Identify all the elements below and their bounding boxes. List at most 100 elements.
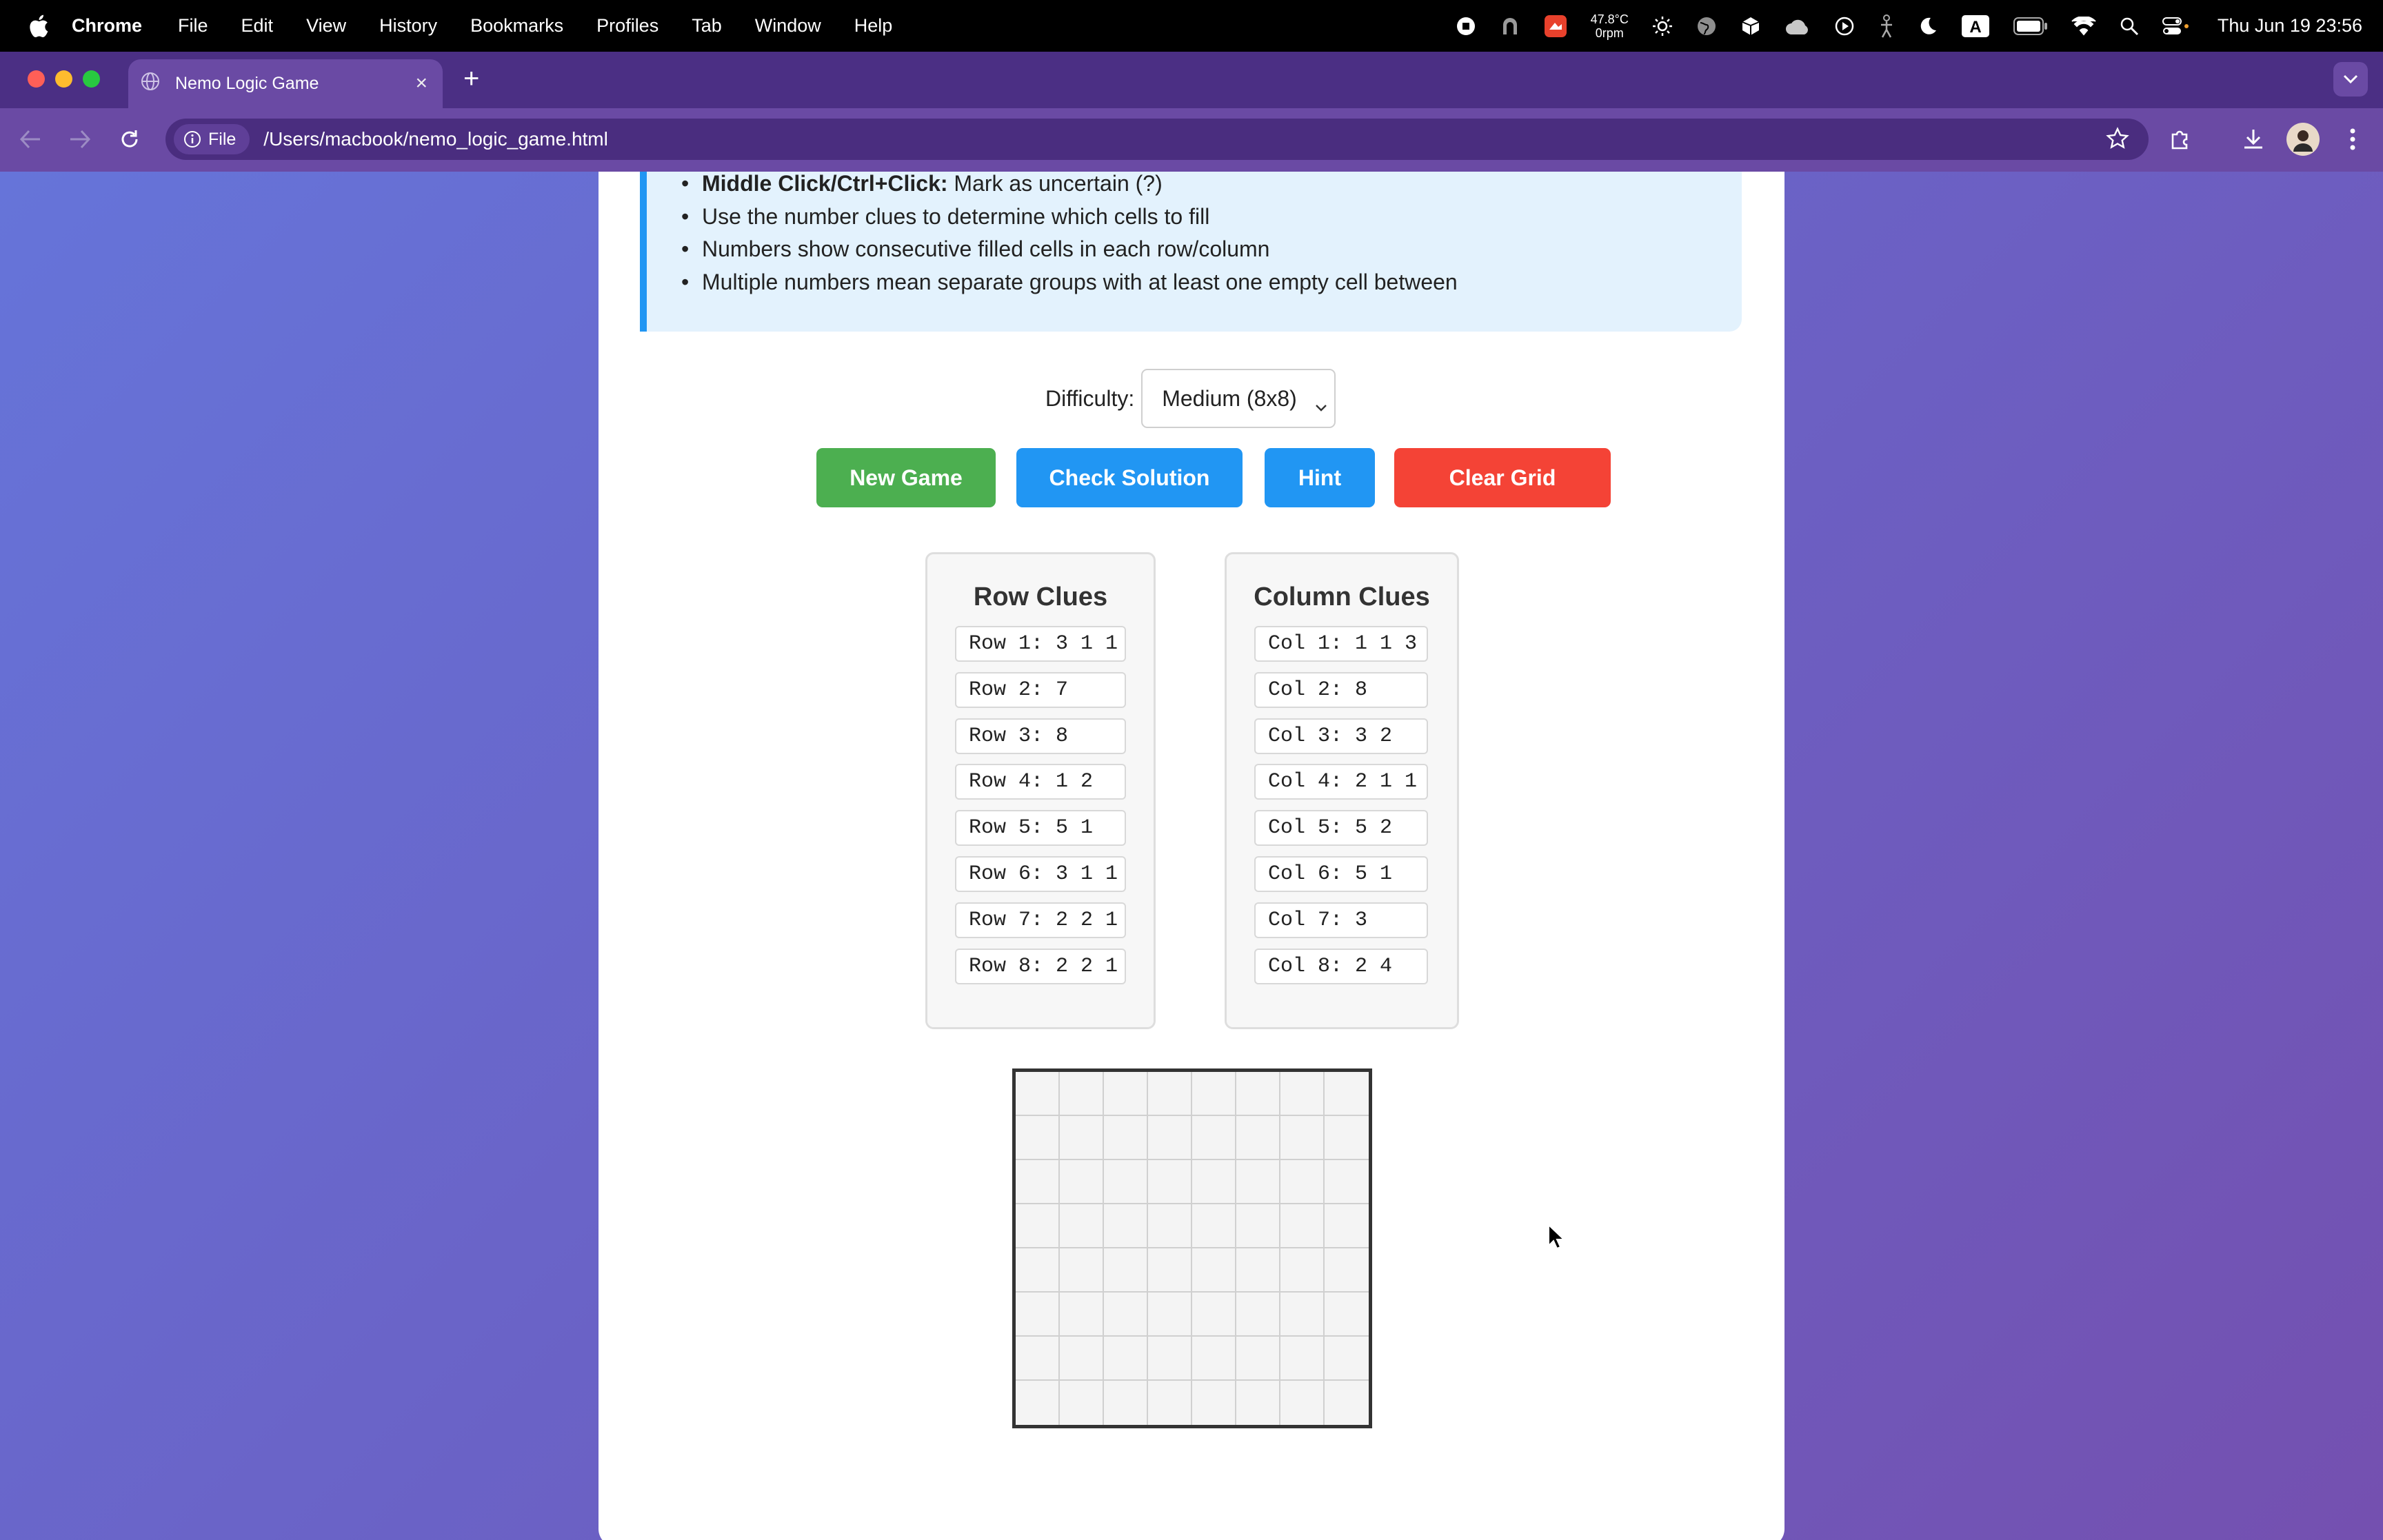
address-bar[interactable]: File /Users/macbook/nemo_logic_game.html xyxy=(165,119,2149,160)
grid-cell[interactable] xyxy=(1192,1337,1236,1381)
grid-cell[interactable] xyxy=(1060,1381,1104,1425)
cloud-icon[interactable] xyxy=(1784,17,1811,36)
url-text[interactable]: /Users/macbook/nemo_logic_game.html xyxy=(263,128,608,150)
grid-cell[interactable] xyxy=(1325,1160,1369,1204)
grid-cell[interactable] xyxy=(1148,1337,1192,1381)
grid-cell[interactable] xyxy=(1060,1160,1104,1204)
tab-search-chevron-down-icon[interactable] xyxy=(2333,62,2368,97)
grid-cell[interactable] xyxy=(1104,1248,1148,1293)
grid-cell[interactable] xyxy=(1192,1381,1236,1425)
apple-logo-icon[interactable] xyxy=(26,12,54,40)
grid-cell[interactable] xyxy=(1280,1293,1325,1337)
back-arrow-icon[interactable] xyxy=(15,124,46,154)
grid-cell[interactable] xyxy=(1148,1072,1192,1116)
bookmark-star-icon[interactable] xyxy=(2106,127,2129,155)
window-zoom-button[interactable] xyxy=(83,70,100,88)
grid-cell[interactable] xyxy=(1016,1204,1060,1248)
grid-cell[interactable] xyxy=(1192,1293,1236,1337)
arch-icon[interactable] xyxy=(1500,16,1520,37)
site-info-chip[interactable]: File xyxy=(174,124,250,154)
profile-avatar[interactable] xyxy=(2286,123,2320,156)
grid-cell[interactable] xyxy=(1016,1381,1060,1425)
grid-cell[interactable] xyxy=(1325,1248,1369,1293)
control-center-icon[interactable] xyxy=(2162,17,2190,36)
spotlight-search-icon[interactable] xyxy=(2120,17,2139,36)
grid-cell[interactable] xyxy=(1280,1204,1325,1248)
grid-cell[interactable] xyxy=(1280,1072,1325,1116)
more-menu-icon[interactable] xyxy=(2336,123,2369,156)
menu-help[interactable]: Help xyxy=(854,15,893,37)
grid-cell[interactable] xyxy=(1104,1293,1148,1337)
menu-app-chrome[interactable]: Chrome xyxy=(72,15,142,37)
globe-status-icon[interactable] xyxy=(1696,16,1717,37)
grid-cell[interactable] xyxy=(1325,1293,1369,1337)
grid-cell[interactable] xyxy=(1104,1160,1148,1204)
grid-cell[interactable] xyxy=(1280,1381,1325,1425)
grid-cell[interactable] xyxy=(1104,1337,1148,1381)
grid-cell[interactable] xyxy=(1148,1293,1192,1337)
grid-cell[interactable] xyxy=(1280,1248,1325,1293)
record-icon[interactable] xyxy=(1456,16,1476,37)
app-red-icon[interactable] xyxy=(1544,14,1567,38)
grid-cell[interactable] xyxy=(1016,1337,1060,1381)
wifi-icon[interactable] xyxy=(2071,16,2096,36)
menu-profiles[interactable]: Profiles xyxy=(596,15,658,37)
grid-cell[interactable] xyxy=(1148,1248,1192,1293)
grid-cell[interactable] xyxy=(1060,1248,1104,1293)
grid-cell[interactable] xyxy=(1060,1204,1104,1248)
menu-tab[interactable]: Tab xyxy=(692,15,722,37)
grid-cell[interactable] xyxy=(1325,1337,1369,1381)
new-game-button[interactable]: New Game xyxy=(816,448,996,507)
grid-cell[interactable] xyxy=(1060,1337,1104,1381)
window-minimize-button[interactable] xyxy=(55,70,72,88)
cube-icon[interactable] xyxy=(1740,16,1761,37)
grid-cell[interactable] xyxy=(1325,1072,1369,1116)
menu-bookmarks[interactable]: Bookmarks xyxy=(470,15,563,37)
hint-button[interactable]: Hint xyxy=(1265,448,1375,507)
grid-cell[interactable] xyxy=(1016,1116,1060,1160)
battery-icon[interactable] xyxy=(2013,17,2048,35)
grid-cell[interactable] xyxy=(1148,1204,1192,1248)
grid-cell[interactable] xyxy=(1148,1116,1192,1160)
new-tab-icon[interactable]: + xyxy=(463,65,479,92)
menu-file[interactable]: File xyxy=(178,15,208,37)
reload-icon[interactable] xyxy=(114,124,145,154)
grid-cell[interactable] xyxy=(1236,1072,1280,1116)
weather-widget[interactable]: 47.8°C 0rpm xyxy=(1591,12,1629,40)
grid-cell[interactable] xyxy=(1016,1248,1060,1293)
grid-cell[interactable] xyxy=(1325,1116,1369,1160)
menu-clock[interactable]: Thu Jun 19 23:56 xyxy=(2218,15,2362,37)
grid-cell[interactable] xyxy=(1016,1072,1060,1116)
grid-cell[interactable] xyxy=(1060,1072,1104,1116)
grid-cell[interactable] xyxy=(1280,1337,1325,1381)
grid-cell[interactable] xyxy=(1148,1381,1192,1425)
grid-cell[interactable] xyxy=(1236,1248,1280,1293)
grid-cell[interactable] xyxy=(1192,1248,1236,1293)
grid-cell[interactable] xyxy=(1148,1160,1192,1204)
download-icon[interactable] xyxy=(2237,123,2270,156)
grid-cell[interactable] xyxy=(1236,1204,1280,1248)
clear-grid-button[interactable]: Clear Grid xyxy=(1394,448,1611,507)
menu-window[interactable]: Window xyxy=(755,15,821,37)
window-close-button[interactable] xyxy=(28,70,45,88)
browser-tab-active[interactable]: Nemo Logic Game × xyxy=(128,59,443,108)
grid-cell[interactable] xyxy=(1236,1160,1280,1204)
grid-cell[interactable] xyxy=(1192,1116,1236,1160)
grid-cell[interactable] xyxy=(1192,1160,1236,1204)
moon-icon[interactable] xyxy=(1918,17,1938,36)
forward-arrow-icon[interactable] xyxy=(65,124,95,154)
grid-cell[interactable] xyxy=(1325,1381,1369,1425)
grid-cell[interactable] xyxy=(1016,1293,1060,1337)
grid-cell[interactable] xyxy=(1236,1337,1280,1381)
grid-cell[interactable] xyxy=(1192,1072,1236,1116)
brightness-icon[interactable] xyxy=(1652,16,1673,37)
menu-edit[interactable]: Edit xyxy=(241,15,274,37)
grid-cell[interactable] xyxy=(1104,1204,1148,1248)
grid-cell[interactable] xyxy=(1280,1116,1325,1160)
grid-cell[interactable] xyxy=(1104,1381,1148,1425)
grid-cell[interactable] xyxy=(1236,1293,1280,1337)
extensions-puzzle-icon[interactable] xyxy=(2164,123,2197,156)
grid-cell[interactable] xyxy=(1104,1072,1148,1116)
grid-cell[interactable] xyxy=(1104,1116,1148,1160)
grid-cell[interactable] xyxy=(1236,1381,1280,1425)
